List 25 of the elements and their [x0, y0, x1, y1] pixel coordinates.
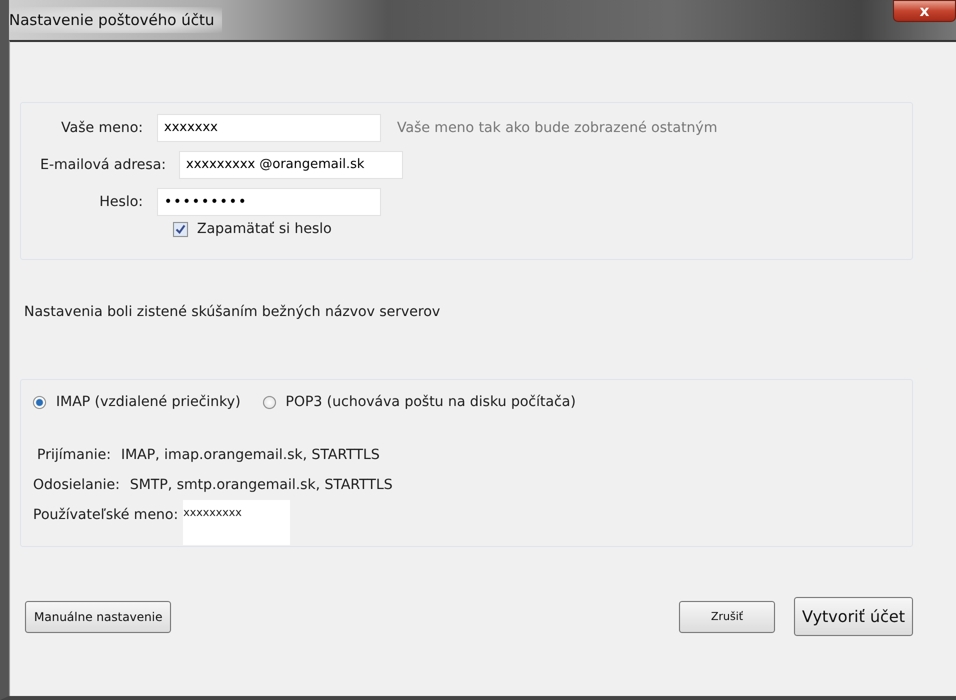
- detail-value: SMTP, smtp.orangemail.sk, STARTTLS: [130, 477, 393, 493]
- manual-setup-button[interactable]: Manuálne nastavenie: [25, 600, 172, 632]
- checkbox[interactable]: [173, 222, 188, 236]
- detail-value: IMAP, imap.orangemail.sk, STARTTLS: [120, 447, 380, 463]
- radio-label: IMAP (vzdialené priečinky): [56, 394, 241, 410]
- create-account-button[interactable]: Vytvoriť účet: [794, 597, 913, 636]
- input-field[interactable]: xxxxxxx: [157, 114, 381, 142]
- radio-button[interactable]: [262, 396, 276, 408]
- cancel-button[interactable]: Zrušiť: [679, 600, 776, 632]
- detail-label: Prijímanie:: [37, 447, 111, 463]
- detail-value: xxxxxxxxx: [183, 500, 290, 545]
- password-field[interactable]: •••••••••: [157, 188, 381, 216]
- field-label: E-mailová adresa:: [39, 156, 167, 172]
- detail-label: Používateľské meno:: [33, 507, 178, 523]
- close-button[interactable]: x: [893, 0, 956, 22]
- field-label: Vaše meno:: [60, 120, 144, 136]
- detail-label: Odosielanie:: [33, 477, 120, 493]
- hint-text: Vaše meno tak ako bude zobrazené ostatným: [397, 120, 718, 136]
- checkbox-label: Zapamätať si heslo: [197, 221, 332, 237]
- radio-label: POP3 (uchováva poštu na disku počítača): [286, 394, 576, 410]
- input-field[interactable]: xxxxxxxxx @orangemail.sk: [179, 150, 403, 178]
- window-title: Nastavenie poštového účtu: [9, 7, 222, 33]
- status-text: Nastavenia boli zistené skúšaním bežných názvov serverov: [24, 304, 442, 322]
- field-label: Heslo:: [98, 194, 144, 210]
- radio-button[interactable]: [33, 396, 46, 408]
